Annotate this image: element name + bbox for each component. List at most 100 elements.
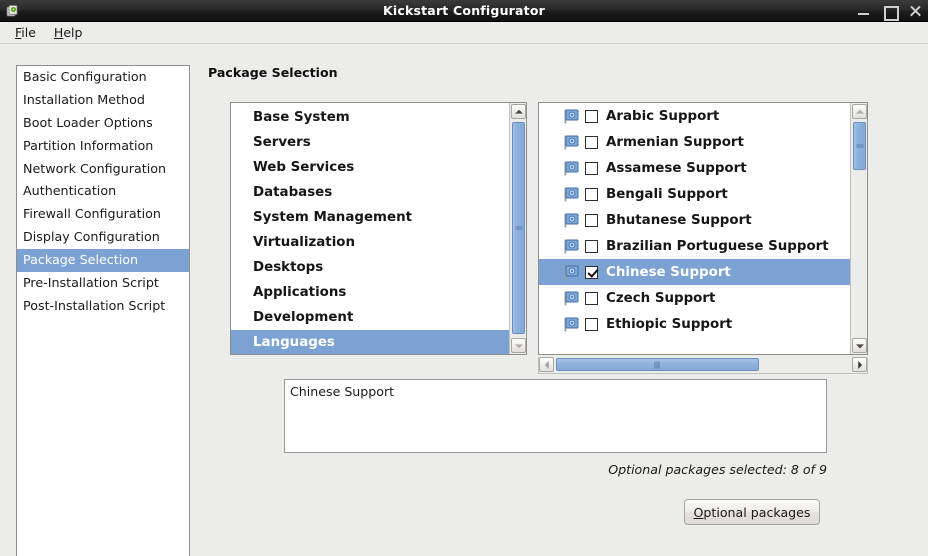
package-group-label: Servers — [253, 135, 311, 150]
package-checkbox[interactable] — [585, 109, 598, 123]
title-bar: Kickstart Configurator — [0, 0, 928, 22]
package-item-label: Assamese Support — [606, 160, 747, 176]
scroll-left-icon[interactable] — [539, 357, 554, 372]
package-item-label: Czech Support — [606, 290, 716, 306]
scroll-down-icon[interactable] — [852, 338, 867, 353]
package-item-bhutanese-support[interactable]: Bhutanese Support — [539, 207, 850, 233]
scroll-right-icon[interactable] — [852, 357, 867, 372]
sidebar-item-label: Pre-Installation Script — [23, 275, 159, 291]
package-item-armenian-support[interactable]: Armenian Support — [539, 129, 850, 155]
sidebar-item-network-configuration[interactable]: Network Configuration — [17, 158, 189, 181]
horizontal-scroll-thumb[interactable] — [556, 358, 759, 371]
optional-packages-button[interactable]: Optional packages — [684, 499, 820, 525]
package-group-desktops[interactable]: Desktops — [231, 255, 509, 280]
package-group-label: Desktops — [253, 260, 324, 275]
scroll-grip-icon — [515, 226, 522, 231]
flag-icon — [563, 291, 580, 306]
package-item-label: Ethiopic Support — [606, 316, 733, 332]
menu-help-label-rest: elp — [63, 25, 83, 40]
scroll-up-icon[interactable] — [511, 104, 526, 119]
flag-icon — [563, 265, 580, 280]
flag-icon — [563, 213, 580, 228]
sidebar-item-authentication[interactable]: Authentication — [17, 180, 189, 203]
package-checkbox[interactable] — [585, 135, 598, 149]
window-title: Kickstart Configurator — [383, 3, 545, 18]
page-title: Package Selection — [208, 65, 338, 80]
package-item-chinese-support[interactable]: Chinese Support — [539, 259, 850, 285]
sidebar-item-label: Authentication — [23, 183, 117, 199]
package-item-ethiopic-support[interactable]: Ethiopic Support — [539, 311, 850, 337]
optional-packages-status: Optional packages selected: 8 of 9 — [608, 462, 827, 477]
close-icon[interactable] — [909, 5, 922, 18]
package-group-development[interactable]: Development — [231, 305, 509, 330]
sidebar-item-post-installation-script[interactable]: Post-Installation Script — [17, 295, 189, 318]
menu-file[interactable]: File — [6, 23, 45, 42]
sidebar-item-partition-information[interactable]: Partition Information — [17, 135, 189, 158]
package-checkbox[interactable] — [585, 291, 598, 305]
flag-icon — [563, 239, 580, 254]
sidebar-nav-list[interactable]: Basic Configuration Installation Method Bo… — [16, 65, 190, 556]
window-controls — [857, 0, 922, 22]
package-group-applications[interactable]: Applications — [231, 280, 509, 305]
scroll-grip-icon — [856, 144, 863, 149]
package-item-brazilian-portuguese-support[interactable]: Brazilian Portuguese Support — [539, 233, 850, 259]
package-group-label: Web Services — [253, 160, 355, 175]
package-description-text: Chinese Support — [290, 384, 395, 399]
package-item-czech-support[interactable]: Czech Support — [539, 285, 850, 311]
package-group-label: System Management — [253, 210, 413, 225]
package-list-vertical-scrollbar[interactable] — [850, 103, 867, 354]
package-group-system-management[interactable]: System Management — [231, 205, 509, 230]
sidebar-item-label: Partition Information — [23, 137, 154, 153]
package-item-label: Brazilian Portuguese Support — [606, 238, 829, 254]
package-group-servers[interactable]: Servers — [231, 130, 509, 155]
sidebar-item-basic-configuration[interactable]: Basic Configuration — [17, 66, 189, 89]
package-group-languages[interactable]: Languages — [231, 330, 509, 354]
package-list-horizontal-scrollbar[interactable] — [538, 357, 868, 374]
sidebar-item-boot-loader-options[interactable]: Boot Loader Options — [17, 112, 189, 135]
sidebar-item-display-configuration[interactable]: Display Configuration — [17, 226, 189, 249]
package-group-label: Development — [253, 310, 354, 325]
package-item-label: Bhutanese Support — [606, 212, 752, 228]
sidebar-item-installation-method[interactable]: Installation Method — [17, 89, 189, 112]
package-checkbox[interactable] — [585, 161, 598, 175]
flag-icon — [563, 109, 580, 124]
package-checkbox[interactable] — [585, 265, 598, 279]
package-group-label: Databases — [253, 185, 333, 200]
group-list-vertical-scrollbar[interactable] — [509, 103, 526, 354]
sidebar-item-firewall-configuration[interactable]: Firewall Configuration — [17, 203, 189, 226]
minimize-icon[interactable] — [857, 5, 870, 18]
package-group-list[interactable]: Base System Servers Web Services Databases S… — [231, 103, 509, 354]
group-scroll-thumb[interactable] — [512, 122, 525, 334]
sidebar-item-label: Firewall Configuration — [23, 206, 161, 222]
scroll-down-icon[interactable] — [511, 338, 526, 353]
sidebar-item-label: Installation Method — [23, 91, 145, 107]
package-item-assamese-support[interactable]: Assamese Support — [539, 155, 850, 181]
package-item-label: Arabic Support — [606, 108, 720, 124]
package-group-databases[interactable]: Databases — [231, 180, 509, 205]
sidebar-item-package-selection[interactable]: Package Selection — [17, 249, 189, 273]
package-scroll-thumb[interactable] — [853, 122, 866, 170]
menu-help[interactable]: Help — [45, 23, 92, 42]
flag-icon — [563, 135, 580, 150]
package-list[interactable]: Arabic Support Armenian Support Assamese S… — [539, 103, 850, 354]
package-checkbox[interactable] — [585, 317, 598, 331]
package-group-base-system[interactable]: Base System — [231, 105, 509, 130]
sidebar-item-label: Display Configuration — [23, 229, 160, 245]
flag-icon — [563, 187, 580, 202]
scroll-up-icon[interactable] — [852, 104, 867, 119]
maximize-icon[interactable] — [883, 5, 899, 21]
package-item-bengali-support[interactable]: Bengali Support — [539, 181, 850, 207]
package-checkbox[interactable] — [585, 213, 598, 227]
flag-icon — [563, 317, 580, 332]
package-checkbox[interactable] — [585, 239, 598, 253]
sidebar-item-pre-installation-script[interactable]: Pre-Installation Script — [17, 272, 189, 295]
package-group-web-services[interactable]: Web Services — [231, 155, 509, 180]
package-group-list-panel: Base System Servers Web Services Databases S… — [230, 102, 527, 355]
content-area: Basic Configuration Installation Method Bo… — [0, 44, 928, 556]
package-group-virtualization[interactable]: Virtualization — [231, 230, 509, 255]
package-item-arabic-support[interactable]: Arabic Support — [539, 103, 850, 129]
package-group-label: Base System — [253, 110, 350, 125]
sidebar-item-label: Network Configuration — [23, 160, 167, 176]
package-checkbox[interactable] — [585, 187, 598, 201]
scroll-grip-icon — [654, 361, 661, 368]
